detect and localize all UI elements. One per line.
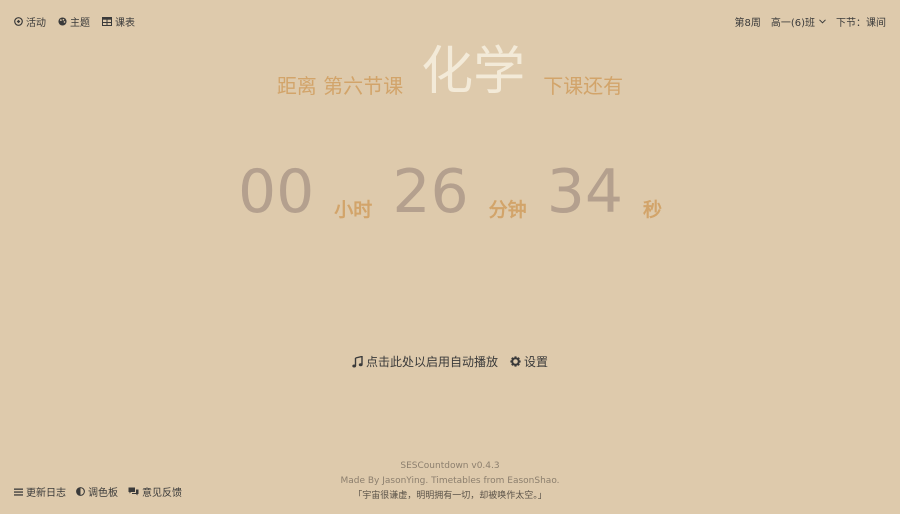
music-icon (352, 355, 363, 368)
footer: SESCountdown v0.4.3 Made By JasonYing. T… (0, 459, 900, 504)
table-icon (102, 17, 112, 26)
activity-icon (14, 17, 23, 26)
credits-text: Made By JasonYing. Timetables from Eason… (340, 476, 560, 486)
palette-icon (58, 17, 67, 26)
nav-timetable[interactable]: 课表 (102, 14, 135, 29)
week-indicator: 第8周 (734, 18, 761, 29)
hours-unit: 小时 (334, 199, 373, 221)
seconds-unit: 秒 (643, 199, 663, 221)
settings-label: 设置 (524, 355, 549, 369)
class-selector[interactable]: 高一(6)班 (771, 14, 826, 29)
settings-button[interactable]: 设置 (510, 353, 548, 370)
top-nav: 活动 主题 课表 (14, 14, 135, 29)
enable-autoplay-button[interactable]: 点击此处以启用自动播放 (352, 353, 498, 370)
lesson-headline: 距离 第六节课 化学 下课还有 (0, 40, 900, 104)
nav-theme-label: 主题 (70, 18, 90, 29)
nav-theme[interactable]: 主题 (58, 14, 90, 29)
autoplay-label: 点击此处以启用自动播放 (365, 355, 498, 369)
chevron-down-icon (819, 19, 826, 24)
next-lesson: 下节：课间 (836, 18, 886, 29)
minutes-value: 26 (392, 157, 469, 227)
nav-timetable-label: 课表 (115, 18, 135, 29)
nav-activity[interactable]: 活动 (14, 14, 46, 29)
version-text: SESCountdown v0.4.3 (400, 461, 500, 471)
nav-activity-label: 活动 (26, 18, 46, 29)
headline-prefix: 距离 第六节课 (276, 74, 404, 98)
seconds-value: 34 (546, 157, 624, 227)
hours-value: 00 (237, 157, 315, 227)
minutes-unit: 分钟 (488, 199, 527, 221)
status-bar: 第8周 高一(6)班 下节：课间 (734, 14, 886, 29)
quote-text: 「宇宙很谦虚，明明拥有一切，却被唤作太空。」 (353, 491, 547, 501)
subject-name: 化学 (421, 42, 526, 102)
countdown-timer: 00 小时 26 分钟 34 秒 (0, 160, 900, 224)
class-name: 高一(6)班 (770, 18, 815, 29)
action-bar: 点击此处以启用自动播放 设置 (0, 353, 900, 370)
gear-icon (510, 356, 521, 367)
headline-suffix: 下课还有 (543, 74, 624, 98)
